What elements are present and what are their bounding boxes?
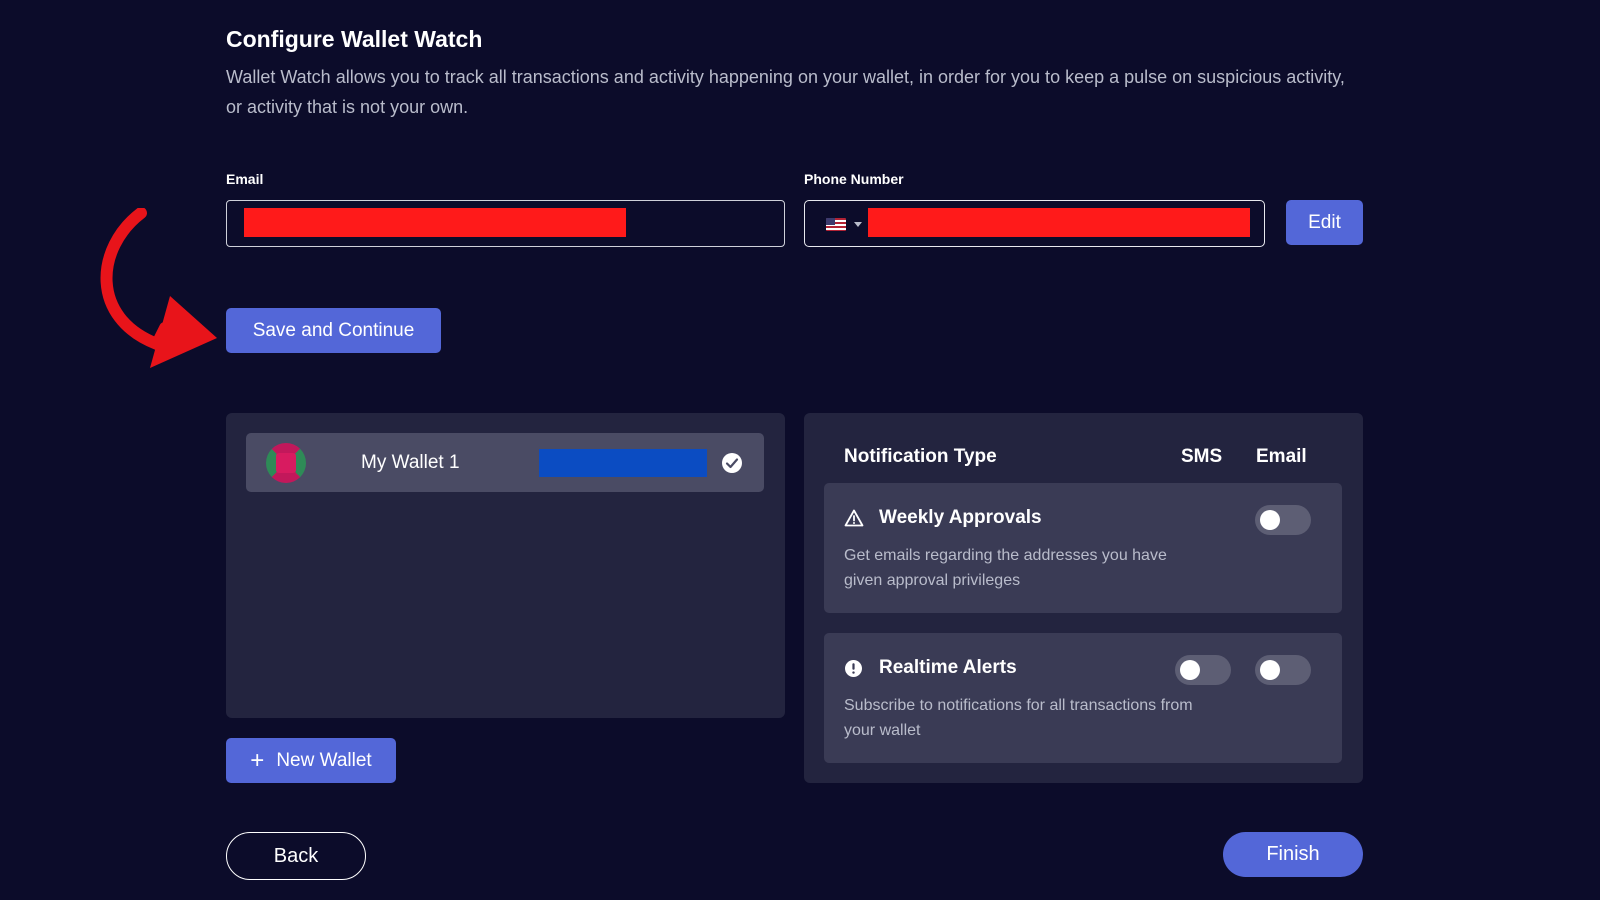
alert-circle-icon bbox=[845, 660, 862, 677]
notification-description: Subscribe to notifications for all trans… bbox=[844, 697, 1193, 739]
notification-title: Realtime Alerts bbox=[879, 657, 1017, 678]
notification-title: Weekly Approvals bbox=[879, 507, 1042, 528]
notification-description: Get emails regarding the addresses you h… bbox=[844, 547, 1167, 589]
wallet-avatar bbox=[266, 443, 306, 483]
realtime-alerts-email-toggle[interactable] bbox=[1255, 655, 1311, 685]
chevron-down-icon[interactable] bbox=[854, 222, 862, 227]
finish-button[interactable]: Finish bbox=[1223, 832, 1363, 877]
checkmark-circle-icon bbox=[722, 453, 742, 473]
page-description: Wallet Watch allows you to track all tra… bbox=[226, 67, 1345, 117]
plus-icon: + bbox=[250, 746, 265, 774]
annotation-arrow-icon bbox=[100, 208, 217, 368]
us-flag-icon[interactable] bbox=[826, 218, 846, 231]
edit-button[interactable]: Edit bbox=[1286, 200, 1363, 245]
save-and-continue-button[interactable]: Save and Continue bbox=[226, 308, 441, 353]
realtime-alerts-sms-toggle[interactable] bbox=[1175, 655, 1231, 685]
email-label: Email bbox=[226, 171, 264, 187]
wallet-list-panel: My Wallet 1 bbox=[226, 413, 785, 718]
notification-card-weekly-approvals: Weekly Approvals Get emails regarding th… bbox=[824, 483, 1342, 613]
notifications-panel: Notification Type SMS Email Weekly Appro… bbox=[804, 413, 1363, 783]
wallet-item[interactable]: My Wallet 1 bbox=[246, 433, 764, 492]
toggle-knob bbox=[1180, 660, 1200, 680]
warning-triangle-icon bbox=[844, 509, 864, 527]
weekly-approvals-email-toggle[interactable] bbox=[1255, 505, 1311, 535]
notification-type-header: Notification Type bbox=[844, 446, 997, 467]
redacted-wallet-address bbox=[539, 449, 707, 477]
toggle-knob bbox=[1260, 660, 1280, 680]
new-wallet-button[interactable]: + New Wallet bbox=[226, 738, 396, 783]
wallet-name: My Wallet 1 bbox=[361, 452, 460, 473]
phone-number-field[interactable] bbox=[804, 200, 1265, 247]
page-title: Configure Wallet Watch bbox=[226, 26, 483, 52]
sms-header: SMS bbox=[1181, 446, 1223, 467]
phone-label: Phone Number bbox=[804, 171, 904, 187]
toggle-knob bbox=[1260, 510, 1280, 530]
email-field[interactable] bbox=[226, 200, 785, 247]
redacted-email-value bbox=[244, 208, 626, 237]
redacted-phone-value bbox=[868, 208, 1250, 237]
new-wallet-label: New Wallet bbox=[276, 749, 372, 771]
email-header: Email bbox=[1256, 446, 1307, 467]
back-button[interactable]: Back bbox=[226, 832, 366, 880]
notification-card-realtime-alerts: Realtime Alerts Subscribe to notificatio… bbox=[824, 633, 1342, 763]
